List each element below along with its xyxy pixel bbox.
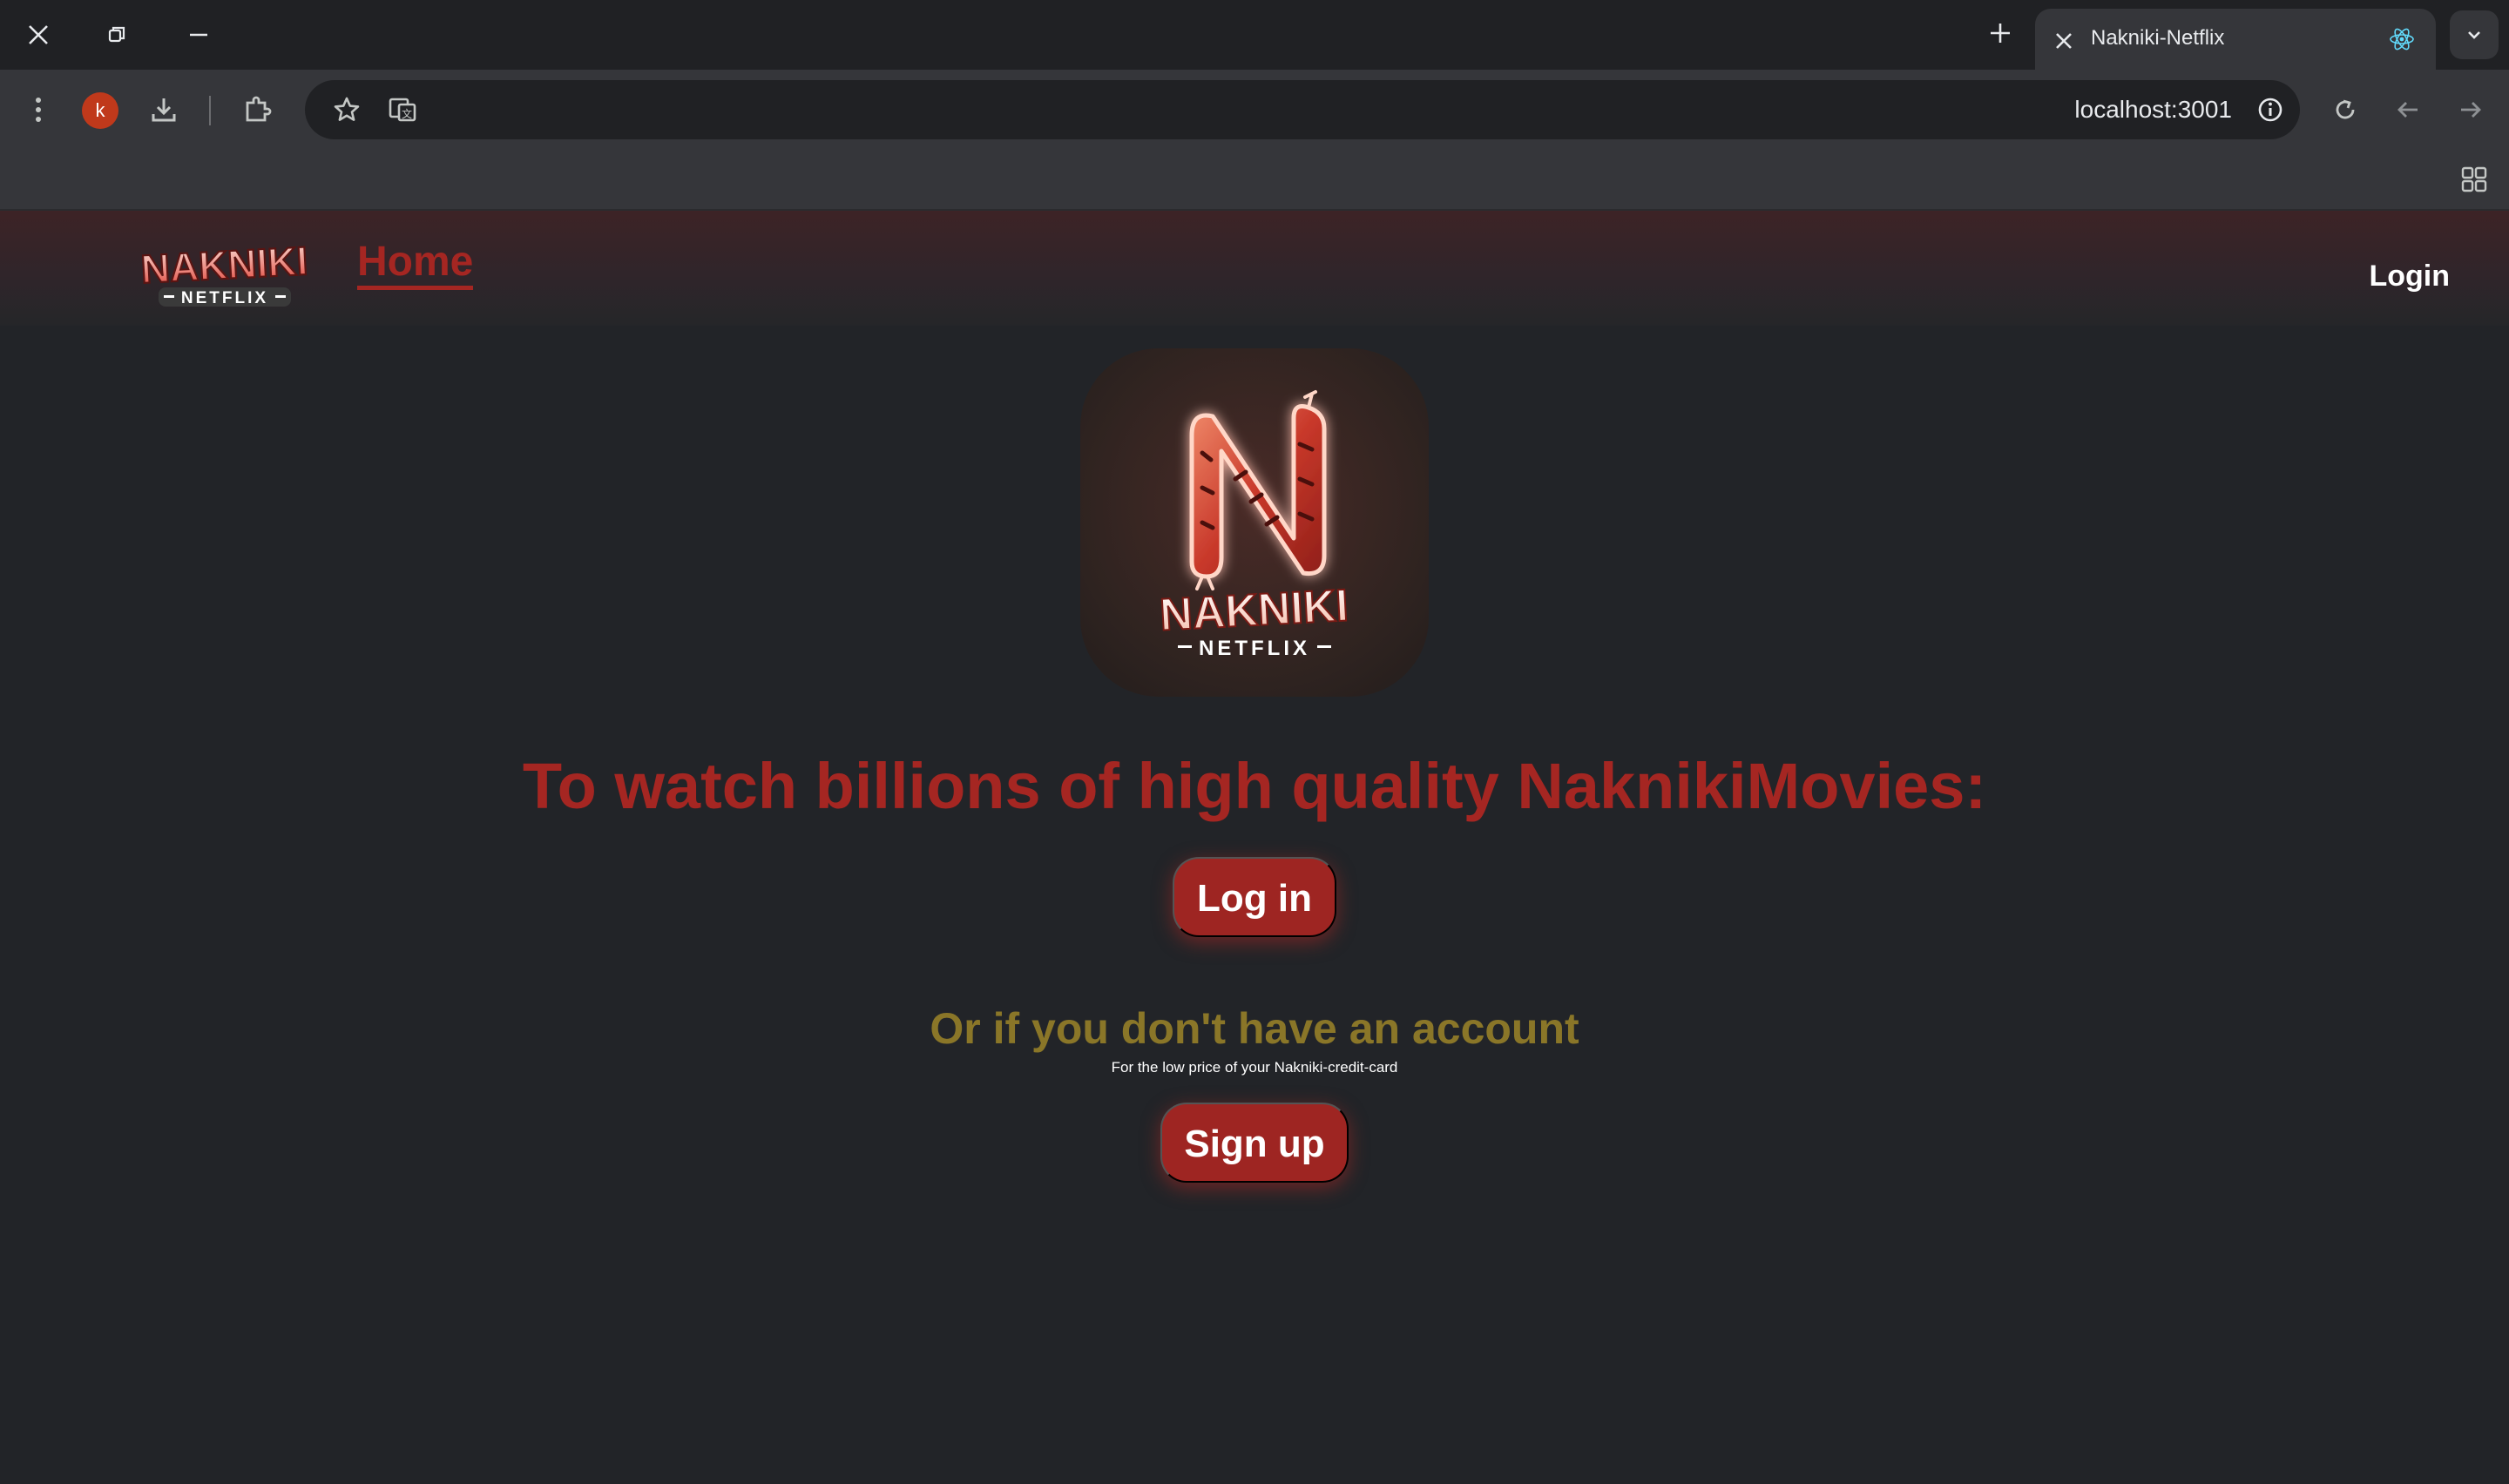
toolbar-divider <box>209 96 211 125</box>
hero-logo-main-text: NAKNIKI <box>1159 580 1349 640</box>
nav-login-link[interactable]: Login <box>2369 260 2450 293</box>
url-text: localhost:3001 <box>2074 96 2232 123</box>
extensions-puzzle-icon[interactable] <box>237 89 279 131</box>
hero-logo: NAKNIKI NETFLIX <box>1080 348 1429 697</box>
page-content: NAKNIKI NETFLIX Home Login NAKNIKI NETFL… <box>0 211 2509 1484</box>
download-icon[interactable] <box>143 89 185 131</box>
login-button[interactable]: Log in <box>1173 857 1336 937</box>
new-tab-button[interactable] <box>1983 16 2018 51</box>
tab-search-dropdown-icon[interactable] <box>2450 10 2499 59</box>
restore-window-icon[interactable] <box>98 17 136 52</box>
signup-button[interactable]: Sign up <box>1160 1103 1349 1183</box>
hero-logo-sub-text: NETFLIX <box>1199 637 1310 660</box>
minimize-window-icon[interactable] <box>179 17 218 52</box>
hero-headline: To watch billions of high quality Naknik… <box>522 750 1987 822</box>
close-window-icon[interactable] <box>19 17 57 52</box>
menu-kebab-icon[interactable] <box>17 89 59 131</box>
bookmarks-bar <box>0 150 2509 211</box>
back-arrow-icon[interactable] <box>2387 89 2429 131</box>
react-favicon-icon <box>2389 26 2415 52</box>
translate-icon[interactable]: 文 <box>382 89 423 131</box>
svg-text:文: 文 <box>402 107 412 120</box>
tab-title: Nakniki-Netflix <box>2091 26 2225 50</box>
site-header: NAKNIKI NETFLIX Home Login <box>0 211 2509 326</box>
reload-icon[interactable] <box>2324 89 2366 131</box>
forward-arrow-icon[interactable] <box>2450 89 2492 131</box>
brand-logo-main-text: NAKNIKI <box>139 239 308 292</box>
signup-tagline: For the low price of your Nakniki-credit… <box>1111 1059 1398 1076</box>
bookmark-star-icon[interactable] <box>326 89 368 131</box>
apps-grid-icon[interactable] <box>2453 159 2495 200</box>
browser-tab[interactable]: Nakniki-Netflix <box>2035 9 2436 70</box>
brand-logo-sub-text: NETFLIX <box>181 289 268 307</box>
brand-logo[interactable]: NAKNIKI NETFLIX <box>120 237 329 308</box>
address-bar[interactable]: 文 localhost:3001 <box>305 80 2300 139</box>
site-info-icon[interactable] <box>2249 89 2291 131</box>
close-tab-icon[interactable] <box>2054 23 2073 57</box>
nav-home-link[interactable]: Home <box>357 240 474 290</box>
signup-prompt-heading: Or if you don't have an account <box>930 1004 1579 1053</box>
profile-avatar[interactable]: k <box>82 92 118 129</box>
browser-tab-strip: Nakniki-Netflix <box>0 0 2509 70</box>
